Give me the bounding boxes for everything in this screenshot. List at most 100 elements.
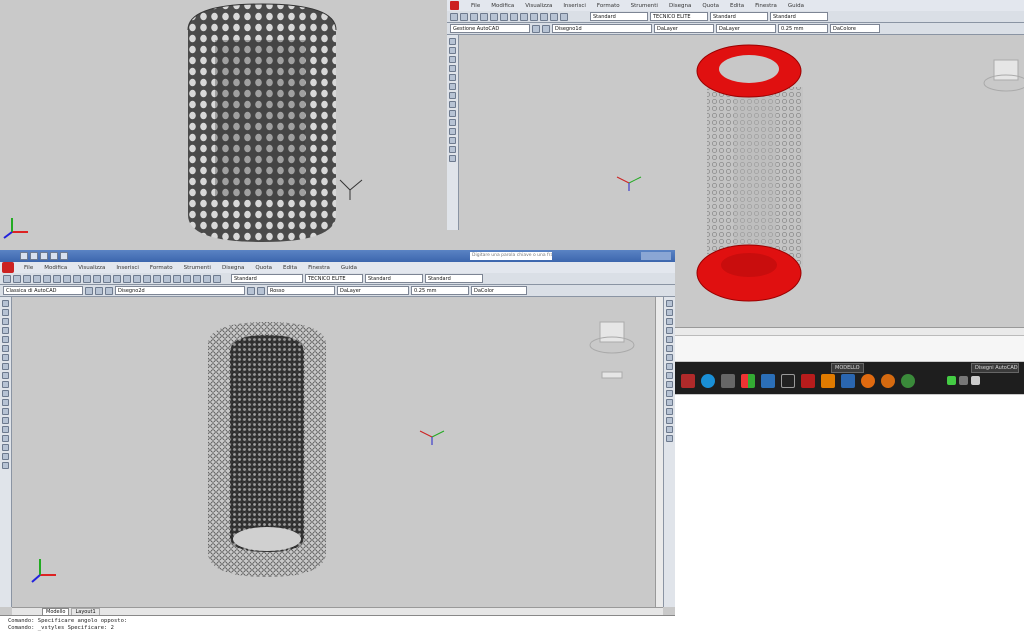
layer-properties-icon[interactable] bbox=[95, 286, 103, 295]
circle-icon[interactable] bbox=[449, 83, 456, 90]
autocad-icon[interactable] bbox=[801, 374, 815, 388]
vertical-scrollbar[interactable] bbox=[655, 297, 663, 607]
hatch-icon[interactable] bbox=[449, 128, 456, 135]
menu-visualizza[interactable]: Visualizza bbox=[78, 265, 105, 271]
region-icon[interactable] bbox=[2, 444, 9, 451]
ellipse-icon[interactable] bbox=[449, 101, 456, 108]
line-icon[interactable] bbox=[449, 38, 456, 45]
zoom-previous-icon[interactable] bbox=[143, 274, 151, 283]
hatch-icon[interactable] bbox=[2, 426, 9, 433]
scale-icon[interactable] bbox=[666, 363, 673, 370]
revcloud-icon[interactable] bbox=[2, 363, 9, 370]
menu-strumenti[interactable]: Strumenti bbox=[631, 3, 658, 9]
command-line[interactable]: Comando: Specificare angolo opposto: Com… bbox=[0, 615, 675, 640]
open-icon[interactable] bbox=[13, 274, 21, 283]
terminal-icon[interactable] bbox=[781, 374, 795, 388]
preview-icon[interactable] bbox=[490, 12, 498, 21]
save-icon[interactable] bbox=[23, 274, 31, 283]
menu-strumenti[interactable]: Strumenti bbox=[184, 265, 211, 271]
open-icon[interactable] bbox=[460, 12, 468, 21]
plotstyle-select[interactable]: DaColor bbox=[471, 286, 527, 295]
menu-inserisci[interactable]: Inserisci bbox=[116, 265, 139, 271]
preview-icon[interactable] bbox=[43, 274, 51, 283]
insert-block-icon[interactable] bbox=[449, 110, 456, 117]
redo-icon[interactable] bbox=[540, 12, 548, 21]
menu-disegna[interactable]: Disegna bbox=[222, 265, 244, 271]
print-icon[interactable] bbox=[33, 274, 41, 283]
matchprop-icon[interactable] bbox=[83, 274, 91, 283]
zoom-window-icon[interactable] bbox=[133, 274, 141, 283]
markup-icon[interactable] bbox=[193, 274, 201, 283]
lineweight-select[interactable]: 0.25 mm bbox=[778, 24, 828, 33]
line-icon[interactable] bbox=[2, 300, 9, 307]
menu-guida[interactable]: Guida bbox=[788, 3, 804, 9]
blender-icon[interactable] bbox=[881, 374, 895, 388]
menu-finestra[interactable]: Finestra bbox=[755, 3, 777, 9]
layer-state-icon[interactable] bbox=[105, 286, 113, 295]
make-current-icon[interactable] bbox=[247, 286, 255, 295]
app-icon[interactable] bbox=[450, 1, 459, 10]
explode-icon[interactable] bbox=[666, 435, 673, 442]
stretch-icon[interactable] bbox=[666, 372, 673, 379]
workspace-select[interactable]: Classica di AutoCAD bbox=[3, 286, 83, 295]
layer-select[interactable]: Disegno2d bbox=[115, 286, 245, 295]
copy-object-icon[interactable] bbox=[666, 309, 673, 316]
cut-icon[interactable] bbox=[500, 12, 508, 21]
qat-new-icon[interactable] bbox=[20, 252, 28, 260]
rectangle-icon[interactable] bbox=[2, 336, 9, 343]
table-icon[interactable] bbox=[449, 146, 456, 153]
text-style-select[interactable]: Standard bbox=[590, 12, 648, 21]
polyline-icon[interactable] bbox=[449, 47, 456, 54]
lineweight-select[interactable]: 0.25 mm bbox=[411, 286, 469, 295]
redo-icon[interactable] bbox=[103, 274, 111, 283]
viewport-main[interactable] bbox=[12, 297, 655, 607]
linetype-select[interactable]: DaLayer bbox=[337, 286, 409, 295]
tray-flag-icon[interactable] bbox=[971, 376, 980, 385]
paste-icon[interactable] bbox=[520, 12, 528, 21]
polyline-icon[interactable] bbox=[2, 318, 9, 325]
undo-icon[interactable] bbox=[93, 274, 101, 283]
illustrator-icon[interactable] bbox=[821, 374, 835, 388]
xline-icon[interactable] bbox=[2, 309, 9, 316]
app-menu-icon[interactable] bbox=[2, 262, 14, 273]
properties-icon[interactable] bbox=[153, 274, 161, 283]
workspace-settings-icon[interactable] bbox=[85, 286, 93, 295]
break-icon[interactable] bbox=[666, 399, 673, 406]
table-style-select[interactable]: Standard bbox=[365, 274, 423, 283]
table-icon[interactable] bbox=[2, 453, 9, 460]
mleader-style-select[interactable]: Standard bbox=[425, 274, 483, 283]
move-icon[interactable] bbox=[666, 345, 673, 352]
photoshop-icon[interactable] bbox=[841, 374, 855, 388]
chamfer-icon[interactable] bbox=[666, 417, 673, 424]
firefox-icon[interactable] bbox=[861, 374, 875, 388]
dim-style-select[interactable]: TECNICO ELITE bbox=[305, 274, 363, 283]
menu-edita[interactable]: Edita bbox=[730, 3, 744, 9]
menu-file[interactable]: File bbox=[24, 265, 33, 271]
design-center-icon[interactable] bbox=[163, 274, 171, 283]
menu-visualizza[interactable]: Visualizza bbox=[525, 3, 552, 9]
circle-icon[interactable] bbox=[2, 354, 9, 361]
trim-icon[interactable] bbox=[666, 381, 673, 388]
network-icon[interactable] bbox=[761, 374, 775, 388]
cut-icon[interactable] bbox=[53, 274, 61, 283]
join-icon[interactable] bbox=[666, 408, 673, 415]
menu-disegna[interactable]: Disegna bbox=[669, 3, 691, 9]
viewcube-icon[interactable] bbox=[983, 59, 1024, 92]
menu-quota[interactable]: Quota bbox=[702, 3, 719, 9]
skype-icon[interactable] bbox=[701, 374, 715, 388]
calculator-icon[interactable] bbox=[203, 274, 211, 283]
layer-previous-icon[interactable] bbox=[257, 286, 265, 295]
tool-palettes-icon[interactable] bbox=[173, 274, 181, 283]
mleader-style-select[interactable]: Standard bbox=[770, 12, 828, 21]
menu-modifica[interactable]: Modifica bbox=[491, 3, 514, 9]
qat-open-icon[interactable] bbox=[30, 252, 38, 260]
zoom-realtime-icon[interactable] bbox=[123, 274, 131, 283]
zoom-icon[interactable] bbox=[560, 12, 568, 21]
pan-icon[interactable] bbox=[550, 12, 558, 21]
layer-state-icon[interactable] bbox=[542, 24, 550, 33]
pan-icon[interactable] bbox=[113, 274, 121, 283]
chrome-icon[interactable] bbox=[901, 374, 915, 388]
menu-guida[interactable]: Guida bbox=[341, 265, 357, 271]
undo-icon[interactable] bbox=[530, 12, 538, 21]
layer-select[interactable]: Disegno1d bbox=[552, 24, 652, 33]
